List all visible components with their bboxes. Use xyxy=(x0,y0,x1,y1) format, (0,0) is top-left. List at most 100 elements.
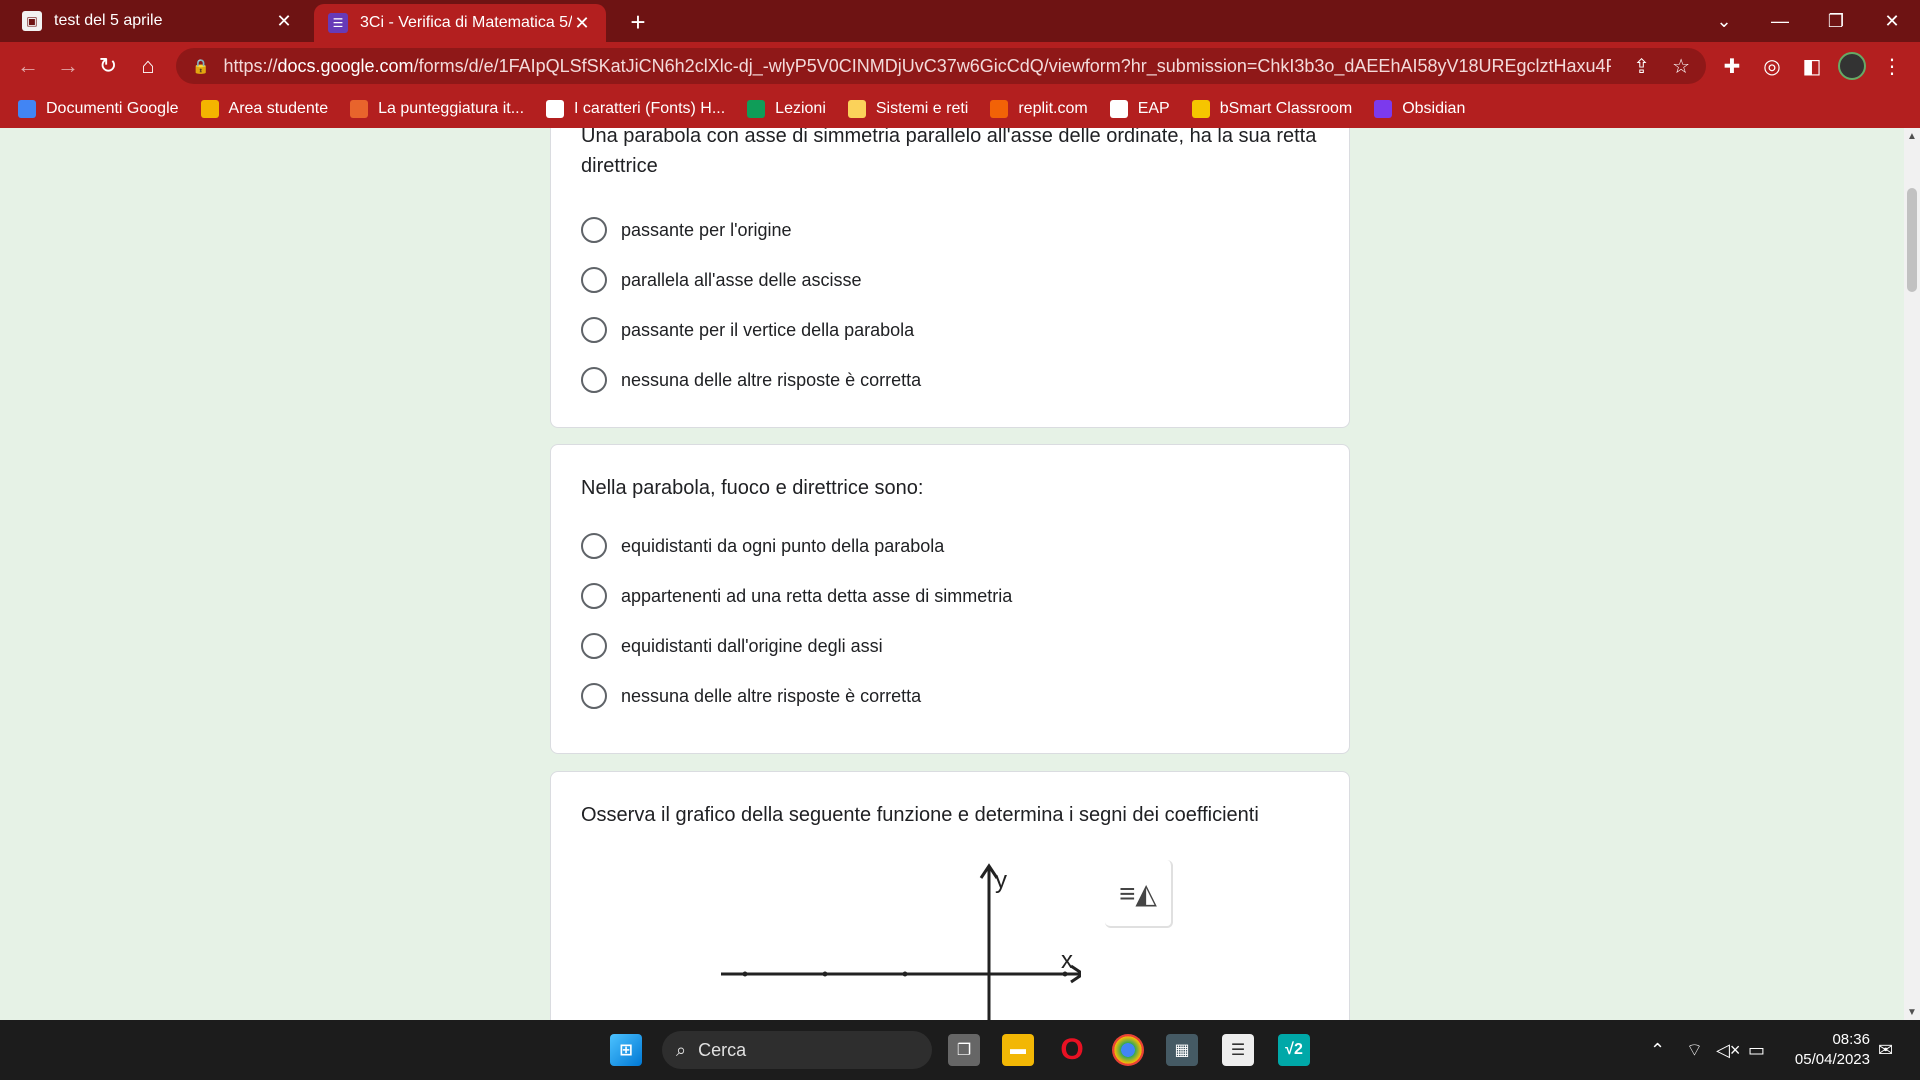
back-arrow-icon[interactable]: ← xyxy=(12,50,44,82)
page-scrollbar[interactable]: ▲ ▼ xyxy=(1904,128,1920,1020)
docs-icon xyxy=(18,99,36,118)
close-tab-icon[interactable]: ✕ xyxy=(274,11,294,32)
new-tab-button[interactable]: + xyxy=(622,6,654,38)
option-radio[interactable]: passante per il vertice della parabola xyxy=(581,317,914,343)
option-radio[interactable]: equidistanti dall'origine degli assi xyxy=(581,633,883,659)
forms-favicon-icon: ☰ xyxy=(328,13,348,33)
wifi-icon[interactable]: ⌔ xyxy=(1686,1020,1703,1080)
close-window-button[interactable]: ✕ xyxy=(1864,0,1920,42)
bsmart-icon xyxy=(1191,99,1210,118)
classroom-favicon-icon: ▣ xyxy=(22,11,42,31)
url-host: docs.google.com xyxy=(277,55,414,76)
url-path: /forms/d/e/1FAIpQLSfSKatJiCN6h2clXlc-dj_… xyxy=(413,55,1612,76)
show-hidden-icons[interactable]: ⌃ xyxy=(1650,1020,1665,1080)
extensions-puzzle-icon[interactable]: ✚ xyxy=(1716,50,1748,82)
bookmark-lezioni[interactable]: Lezioni xyxy=(747,99,826,118)
minimize-button[interactable]: — xyxy=(1752,0,1808,42)
question-card-2: Nella parabola, fuoco e direttrice sono:… xyxy=(550,444,1350,754)
task-view-icon[interactable]: ❐ xyxy=(948,1034,980,1066)
option-radio[interactable]: passante per l'origine xyxy=(581,217,792,243)
radio-circle[interactable] xyxy=(581,267,607,293)
option-radio[interactable]: appartenenti ad una retta detta asse di … xyxy=(581,583,1012,609)
windows-taskbar: ⊞ ⌕ Cerca ❐ ▬ O ▦ ☰ √2 ⌃ ⌔ ◁× ▭ 08:36 05… xyxy=(0,1020,1920,1080)
bookmark-bsmart[interactable]: bSmart Classroom xyxy=(1191,99,1353,118)
tab-verifica-matematica[interactable]: ☰ 3Ci - Verifica di Matematica 5/04 ✕ xyxy=(314,4,606,42)
volume-muted-icon[interactable]: ◁× xyxy=(1716,1020,1740,1080)
clock-date: 05/04/2023 xyxy=(1794,1051,1870,1068)
bookmark-star-icon[interactable]: ☆ xyxy=(1672,54,1690,79)
book-icon xyxy=(350,99,369,118)
tab-title: test del 5 aprile xyxy=(54,12,163,29)
question-text: Osserva il grafico della seguente funzio… xyxy=(581,804,1259,826)
side-panel-icon[interactable]: ◧ xyxy=(1796,50,1828,82)
radio-circle[interactable] xyxy=(581,633,607,659)
radio-circle[interactable] xyxy=(581,533,607,559)
calculator-icon[interactable]: ▦ xyxy=(1166,1034,1198,1066)
extension-icon[interactable]: ◎ xyxy=(1756,50,1788,82)
radio-circle[interactable] xyxy=(581,583,607,609)
forward-arrow-icon[interactable]: → xyxy=(52,50,84,82)
chrome-icon[interactable] xyxy=(1112,1034,1144,1066)
replit-icon xyxy=(990,99,1009,118)
option-radio[interactable]: equidistanti da ogni punto della parabol… xyxy=(581,533,944,559)
bookmark-obsidian[interactable]: Obsidian xyxy=(1374,99,1465,118)
tab-title: 3Ci - Verifica di Matematica 5/04 xyxy=(360,14,572,31)
option-label: nessuna delle altre risposte è corretta xyxy=(621,369,922,390)
math-app-icon[interactable]: √2 xyxy=(1278,1034,1310,1066)
option-radio[interactable]: nessuna delle altre risposte è corretta xyxy=(581,367,921,393)
bookmark-label: Area studente xyxy=(228,99,329,117)
url-scheme: https:// xyxy=(223,55,278,76)
reload-icon[interactable]: ↻ xyxy=(92,50,124,82)
bookmark-area-studente[interactable]: Area studente xyxy=(200,99,329,118)
bookmark-eap[interactable]: EAP xyxy=(1109,99,1170,118)
tab-test-del-5-aprile[interactable]: ▣ test del 5 aprile ✕ xyxy=(8,0,308,42)
lock-icon[interactable]: 🔒 xyxy=(192,58,209,75)
bookmark-label: bSmart Classroom xyxy=(1219,99,1353,117)
file-explorer-icon[interactable]: ▬ xyxy=(1002,1034,1034,1066)
page-icon xyxy=(1109,99,1128,118)
scroll-up-icon[interactable]: ▲ xyxy=(1904,128,1920,144)
share-icon[interactable]: ⇪ xyxy=(1633,54,1650,79)
opera-icon[interactable]: O xyxy=(1056,1033,1088,1066)
close-tab-icon[interactable]: ✕ xyxy=(572,13,592,34)
notification-icon[interactable]: ✉ xyxy=(1878,1020,1893,1080)
option-label: appartenenti ad una retta detta asse di … xyxy=(621,585,1013,606)
bookmark-replit[interactable]: replit.com xyxy=(990,99,1088,118)
bookmark-punteggiatura[interactable]: La punteggiatura it... xyxy=(350,99,525,118)
taskbar-clock[interactable]: 08:36 05/04/2023 xyxy=(1780,1030,1870,1070)
bookmarks-bar: Documenti Google Area studente La punteg… xyxy=(0,89,1920,128)
x-tick xyxy=(822,971,828,977)
address-bar[interactable]: 🔒 https://docs.google.com/forms/d/e/1FAI… xyxy=(176,48,1706,84)
windows-start-icon[interactable]: ⊞ xyxy=(610,1034,642,1066)
bookmark-sistemi-e-reti[interactable]: Sistemi e reti xyxy=(847,99,968,118)
geogebra-toolbar-icon[interactable]: ≡◭ xyxy=(1105,860,1173,928)
radio-circle[interactable] xyxy=(581,683,607,709)
taskbar-search[interactable]: ⌕ Cerca xyxy=(662,1031,932,1069)
question-card-3: Osserva il grafico della seguente funzio… xyxy=(550,771,1350,1020)
option-radio[interactable]: nessuna delle altre risposte è corretta xyxy=(581,683,921,709)
menu-kebab-icon[interactable]: ⋮ xyxy=(1876,50,1908,82)
folder-icon xyxy=(847,99,866,118)
notepad-icon[interactable]: ☰ xyxy=(1222,1034,1254,1066)
radio-circle[interactable] xyxy=(581,317,607,343)
bookmark-documenti-google[interactable]: Documenti Google xyxy=(18,99,179,118)
classroom-icon xyxy=(747,99,766,118)
option-label: equidistanti dall'origine degli assi xyxy=(621,635,883,656)
bookmark-caratteri-fonts[interactable]: I caratteri (Fonts) H... xyxy=(546,99,725,118)
function-graph: y x xyxy=(721,863,1081,1020)
tab-search-icon[interactable]: ⌄ xyxy=(1696,0,1752,42)
profile-avatar[interactable] xyxy=(1836,50,1868,82)
home-icon[interactable]: ⌂ xyxy=(132,50,164,82)
bookmark-label: EAP xyxy=(1137,99,1170,117)
radio-circle[interactable] xyxy=(581,367,607,393)
option-label: equidistanti da ogni punto della parabol… xyxy=(621,535,945,556)
scroll-thumb[interactable] xyxy=(1907,188,1917,292)
restore-button[interactable]: ❐ xyxy=(1808,0,1864,42)
option-radio[interactable]: parallela all'asse delle ascisse xyxy=(581,267,862,293)
bookmark-label: La punteggiatura it... xyxy=(378,99,525,117)
radio-circle[interactable] xyxy=(581,217,607,243)
tab-strip: ▣ test del 5 aprile ✕ ☰ 3Ci - Verifica d… xyxy=(0,0,1920,42)
battery-icon[interactable]: ▭ xyxy=(1748,1020,1765,1080)
scroll-down-icon[interactable]: ▼ xyxy=(1904,1004,1920,1020)
window-controls: ⌄ — ❐ ✕ xyxy=(1696,0,1920,42)
